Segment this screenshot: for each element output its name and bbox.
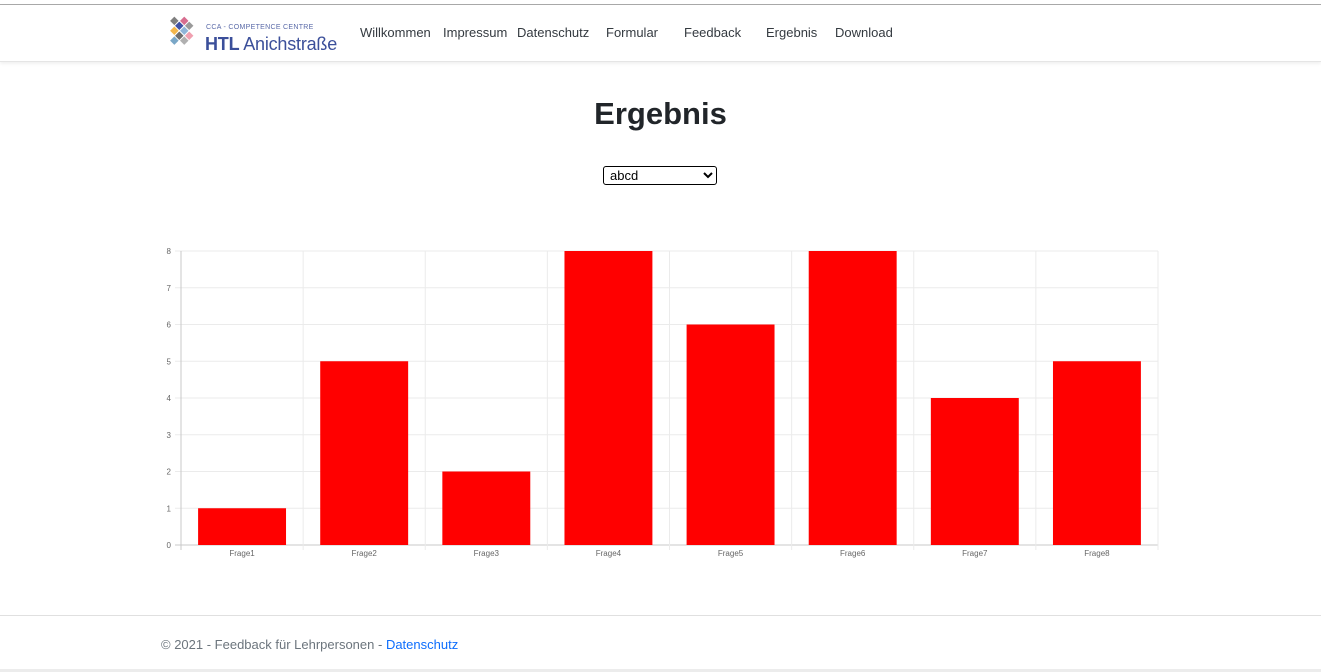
logo-subtitle: CCA - COMPETENCE CENTRE xyxy=(206,24,314,31)
bar-frage6 xyxy=(808,251,897,545)
x-tick-label: Frage7 xyxy=(962,549,988,558)
bar-frage8 xyxy=(1052,361,1141,545)
y-tick-label: 1 xyxy=(167,504,172,513)
logo-diamonds-icon xyxy=(170,16,194,45)
person-select[interactable]: abcd xyxy=(603,166,717,185)
y-tick-label: 2 xyxy=(167,468,172,477)
y-tick-label: 6 xyxy=(167,321,172,330)
person-select-wrapper: abcd xyxy=(603,166,717,185)
x-tick-label: Frage6 xyxy=(840,549,866,558)
page-title: Ergebnis xyxy=(594,96,727,131)
y-tick-label: 5 xyxy=(167,357,172,366)
bar-frage3 xyxy=(442,471,531,545)
x-tick-label: Frage3 xyxy=(474,549,500,558)
nav-willkommen[interactable]: Willkommen xyxy=(360,25,431,40)
x-tick-label: Frage4 xyxy=(596,549,622,558)
bar-frage2 xyxy=(320,361,409,545)
y-tick-label: 4 xyxy=(167,394,172,403)
nav-formular[interactable]: Formular xyxy=(606,25,658,40)
x-tick-label: Frage2 xyxy=(352,549,378,558)
nav-feedback[interactable]: Feedback xyxy=(684,25,741,40)
x-tick-label: Frage5 xyxy=(718,549,744,558)
footer: © 2021 - Feedback für Lehrpersonen - Dat… xyxy=(0,615,1321,671)
nav-impressum[interactable]: Impressum xyxy=(443,25,507,40)
logo-school-name: Anichstraße xyxy=(243,34,338,54)
bar-chart: 0 1 2 3 4 5 6 7 8 Frage1 Frage2 Frage3 Frage4 Frage5 F… xyxy=(167,247,1159,558)
bar-frage5 xyxy=(686,324,775,545)
logo-title: HTL Anichstraße xyxy=(205,34,337,55)
brand-logo[interactable]: CCA - COMPETENCE CENTRE HTL Anichstraße xyxy=(160,15,345,55)
y-tick-label: 7 xyxy=(167,284,172,293)
nav-ergebnis[interactable]: Ergebnis xyxy=(766,25,817,40)
navbar: CCA - COMPETENCE CENTRE HTL Anichstraße … xyxy=(0,5,1321,62)
logo-htl: HTL xyxy=(205,34,240,54)
bar-frage4 xyxy=(564,251,653,545)
nav-datenschutz[interactable]: Datenschutz xyxy=(517,25,589,40)
y-tick-label: 3 xyxy=(167,431,172,440)
footer-datenschutz-link[interactable]: Datenschutz xyxy=(386,637,458,652)
footer-text: © 2021 - Feedback für Lehrpersonen - Dat… xyxy=(161,637,458,652)
x-tick-label: Frage1 xyxy=(229,549,255,558)
bar-frage1 xyxy=(198,508,287,545)
nav-download[interactable]: Download xyxy=(835,25,893,40)
bar-frage7 xyxy=(930,398,1019,545)
y-tick-label: 0 xyxy=(167,541,172,550)
footer-copyright: © 2021 - Feedback für Lehrpersonen - xyxy=(161,637,386,652)
y-tick-label: 8 xyxy=(167,247,172,256)
x-tick-label: Frage8 xyxy=(1084,549,1110,558)
